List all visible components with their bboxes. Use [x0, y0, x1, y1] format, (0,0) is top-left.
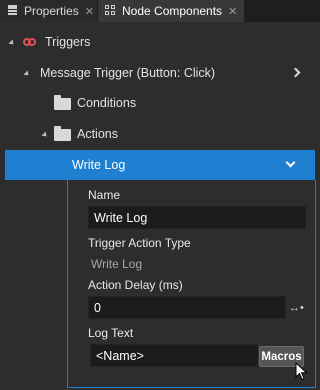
- name-input[interactable]: [94, 210, 305, 225]
- tree-item-label: Actions: [77, 127, 118, 141]
- tree-item-message-trigger[interactable]: Message Trigger (Button: Click): [0, 58, 320, 88]
- trigger-action-type-value: Write Log: [91, 257, 143, 271]
- tree-item-label: Triggers: [45, 35, 91, 49]
- log-text-input[interactable]: [96, 348, 257, 363]
- write-log-details: Name Trigger Action Type Write Log Actio…: [67, 180, 316, 388]
- tab-strip: Properties ✕ Node Components ✕: [0, 0, 320, 22]
- log-text-label: Log Text: [88, 326, 134, 340]
- tree-item-triggers[interactable]: Triggers: [0, 27, 320, 57]
- name-label: Name: [88, 188, 121, 202]
- tab-node-components[interactable]: Node Components ✕: [98, 0, 244, 22]
- expander-icon[interactable]: [23, 70, 31, 78]
- tab-properties-label: Properties: [24, 4, 79, 18]
- cursor-icon: [295, 362, 308, 381]
- list-icon: [7, 5, 19, 17]
- tree-item-conditions[interactable]: Conditions: [0, 88, 320, 118]
- name-field[interactable]: [88, 206, 306, 229]
- tab-node-components-label: Node Components: [122, 4, 223, 18]
- log-text-field[interactable]: [90, 344, 258, 367]
- tree-item-write-log[interactable]: Write Log: [5, 150, 315, 180]
- chevron-down-icon[interactable]: [285, 157, 296, 168]
- tab-properties[interactable]: Properties ✕: [0, 0, 97, 22]
- action-delay-input[interactable]: [94, 300, 285, 315]
- node-components-icon: [105, 5, 117, 17]
- action-delay-label: Action Delay (ms): [88, 278, 183, 292]
- expander-icon[interactable]: [41, 131, 49, 139]
- drag-handle-icon[interactable]: ↔•: [289, 303, 307, 314]
- tree-item-label: Conditions: [77, 96, 137, 110]
- trigger-action-type-label: Trigger Action Type: [88, 236, 191, 250]
- tree-item-label: Message Trigger (Button: Click): [40, 66, 216, 80]
- expander-icon[interactable]: [8, 39, 16, 47]
- trigger-icon: [23, 37, 37, 47]
- chevron-right-icon[interactable]: [290, 67, 301, 78]
- folder-icon: [54, 95, 71, 110]
- action-delay-field[interactable]: [88, 296, 286, 319]
- node-components-panel: Triggers Message Trigger (Button: Click)…: [0, 22, 320, 390]
- close-icon[interactable]: ✕: [85, 5, 94, 18]
- tree-item-actions[interactable]: Actions: [0, 119, 320, 149]
- folder-icon: [54, 126, 71, 141]
- tree-item-label: Write Log: [72, 158, 126, 172]
- close-icon[interactable]: ✕: [228, 5, 237, 18]
